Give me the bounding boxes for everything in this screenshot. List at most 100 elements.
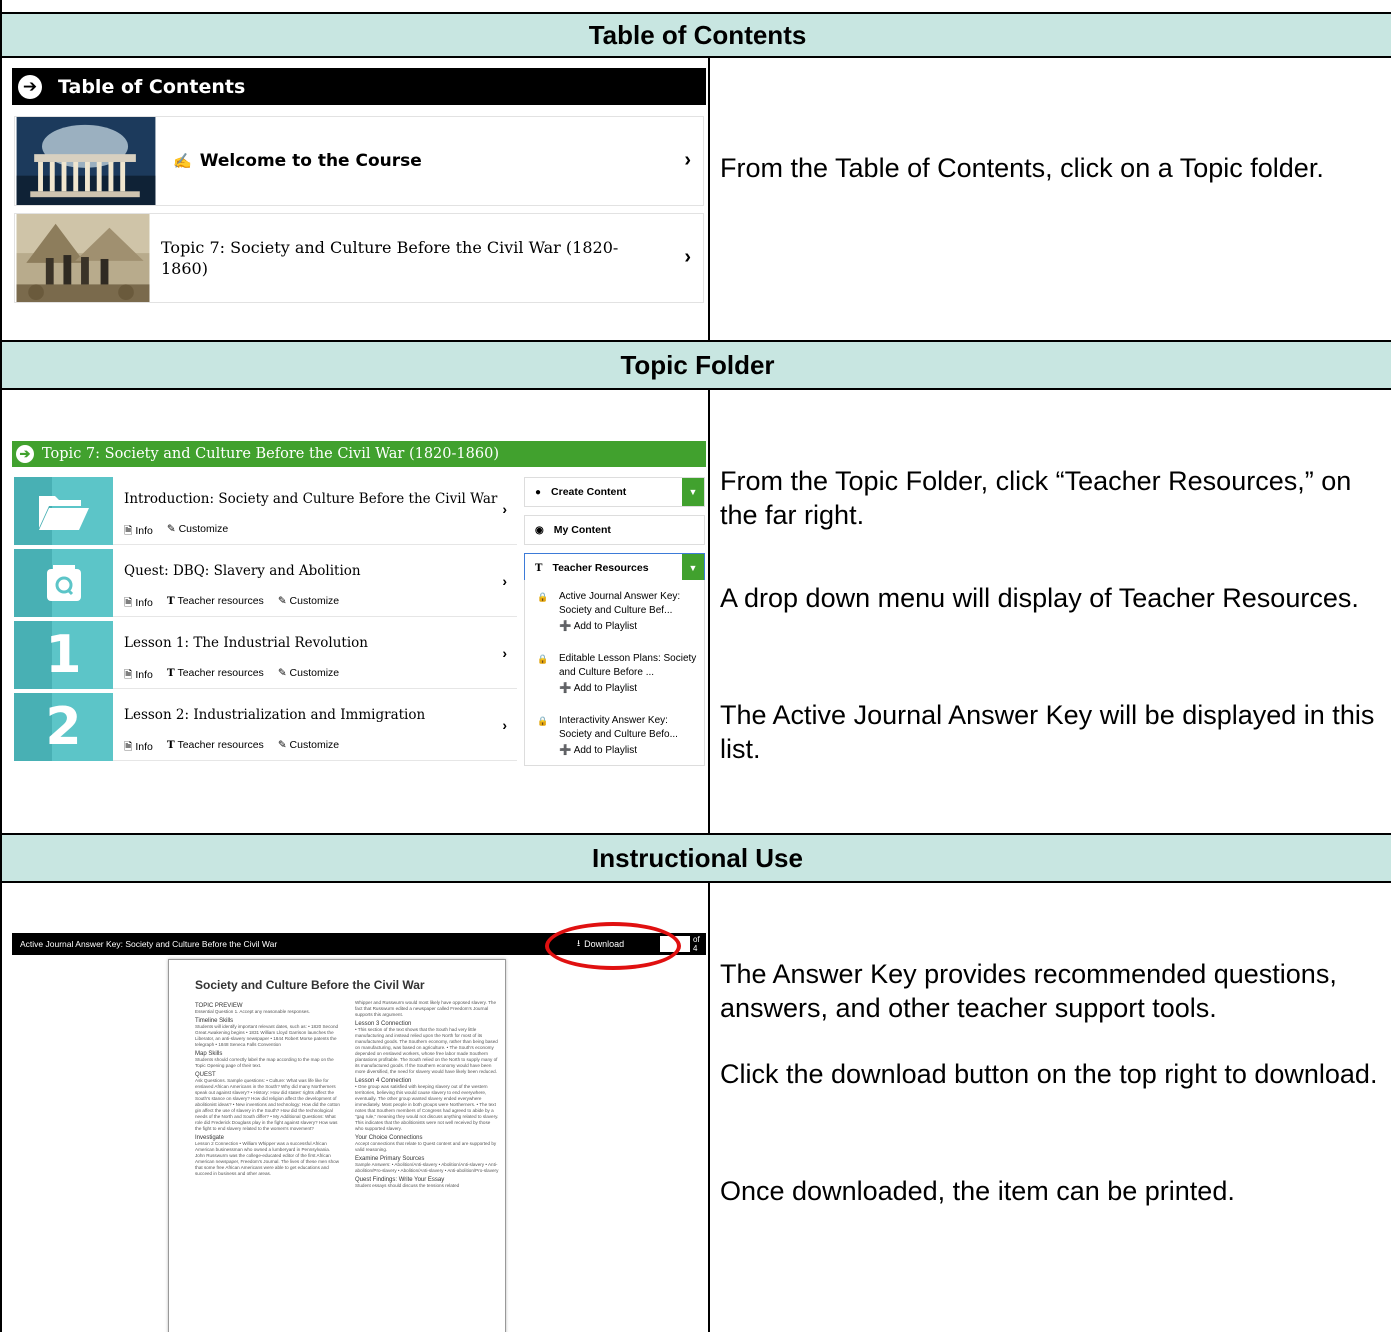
chevron-down-icon[interactable]: ▼	[682, 478, 704, 506]
resource-item[interactable]: 🔒 Interactivity Answer Key: Society and …	[537, 714, 702, 758]
topic-instruction-cell: From the Topic Folder, click “Teacher Re…	[710, 390, 1391, 833]
info-link[interactable]: 🗎 Info	[124, 739, 153, 757]
teacher-resources-link[interactable]: T Teacher resources	[167, 595, 264, 613]
customize-link[interactable]: ✎ Customize	[278, 739, 339, 757]
resource-item[interactable]: 🔒 Editable Lesson Plans: Society and Cul…	[537, 652, 702, 696]
create-content-label: Create Content	[551, 486, 627, 498]
chevron-right-icon: ›	[502, 573, 507, 589]
chevron-down-icon[interactable]: ▼	[682, 554, 704, 582]
instructional-instruction-cell: The Answer Key provides recommended ques…	[710, 883, 1391, 1332]
lock-icon: 🔒	[537, 592, 549, 602]
section-header-toc: Table of Contents	[2, 12, 1391, 58]
lesson-item[interactable]: 1 Lesson 1: The Industrial Revolution 🗎 …	[14, 621, 517, 689]
back-arrow-icon[interactable]: ➔	[16, 445, 34, 463]
lesson-title: Quest: DBQ: Slavery and Abolition	[124, 563, 361, 579]
doc-text: Students should correctly label the map …	[195, 1057, 334, 1068]
resource-item[interactable]: 🔒 Active Journal Answer Key: Society and…	[537, 590, 702, 634]
document-left-column: TOPIC PREVIEW Essential Question 1. Acce…	[195, 1000, 340, 1177]
doc-text: Essential Question 1. Accept any reasona…	[195, 1009, 310, 1014]
resource-title: Editable Lesson Plans: Society and Cultu…	[559, 653, 697, 678]
customize-link[interactable]: ✎ Customize	[278, 595, 339, 613]
doc-text: • One group was satisfied with keeping s…	[355, 1084, 499, 1131]
lock-icon: 🔒	[537, 716, 549, 726]
topic-instruction-text: The Active Journal Answer Key will be di…	[720, 700, 1375, 764]
lesson-title: Lesson 1: The Industrial Revolution	[124, 635, 368, 651]
resource-title: Interactivity Answer Key: Society and Cu…	[559, 715, 678, 740]
pen-icon: ✍	[173, 153, 192, 170]
toc-item-welcome[interactable]: ✍ Welcome to the Course ›	[14, 116, 704, 206]
my-content-button[interactable]: ◉ My Content	[524, 515, 705, 545]
create-content-button[interactable]: ● Create Content ▼	[524, 477, 705, 507]
topic-title-bar: ➔ Topic 7: Society and Culture Before th…	[12, 441, 706, 467]
toc-title-bar: ➔ Table of Contents	[12, 68, 706, 105]
lesson-item[interactable]: Introduction: Society and Culture Before…	[14, 477, 517, 545]
instructional-text: The Answer Key provides recommended ques…	[720, 959, 1337, 1023]
lesson-links: 🗎 Info T Teacher resources ✎ Customize	[124, 667, 339, 685]
topic-bar-title: Topic 7: Society and Culture Before the …	[42, 446, 499, 462]
topic-instruction-text: A drop down menu will display of Teacher…	[720, 583, 1359, 613]
lesson-item[interactable]: 2 Lesson 2: Industrialization and Immigr…	[14, 693, 517, 761]
info-link[interactable]: 🗎 Info	[124, 667, 153, 685]
toc-item-topic7[interactable]: Topic 7: Society and Culture Before the …	[14, 213, 704, 303]
section-header-topic-text: Topic Folder	[620, 349, 775, 380]
doc-text: Sample Answers: • Abolition/Anti-slavery…	[355, 1162, 499, 1173]
lesson-item[interactable]: Quest: DBQ: Slavery and Abolition 🗎 Info…	[14, 549, 517, 617]
my-content-label: My Content	[553, 524, 611, 536]
doc-text: Lesson 2 Connection • William Whipper wa…	[195, 1141, 340, 1176]
lesson-tile	[14, 549, 113, 617]
doc-text: Ask Questions. Sample questions: • Cultu…	[195, 1078, 340, 1131]
lesson-number: 1	[45, 625, 82, 685]
info-link[interactable]: 🗎 Info	[124, 595, 153, 613]
lesson-tile: 2	[14, 693, 113, 761]
chevron-right-icon: ›	[684, 149, 691, 171]
add-to-playlist-button[interactable]: ➕ Add to Playlist	[559, 744, 702, 758]
customize-link[interactable]: ✎ Customize	[167, 523, 228, 541]
document-title: Active Journal Answer Key: Society and C…	[20, 939, 278, 949]
instructional-text: Once downloaded, the item can be printed…	[720, 1176, 1235, 1206]
lesson-links: 🗎 Info T Teacher resources ✎ Customize	[124, 739, 339, 757]
lesson-title: Introduction: Society and Culture Before…	[124, 491, 498, 507]
quest-icon	[46, 565, 81, 601]
section-header-topic: Topic Folder	[2, 340, 1391, 390]
target-icon: ◉	[535, 524, 544, 536]
download-highlight-oval	[545, 922, 681, 970]
teacher-t-icon: T	[535, 562, 543, 574]
info-link[interactable]: 🗎 Info	[124, 523, 153, 541]
doc-text: • This section of the text shows that th…	[355, 1027, 498, 1074]
back-arrow-icon[interactable]: ➔	[18, 74, 42, 99]
document-right-column: Whipper and Russwurm would most likely h…	[355, 1000, 500, 1189]
doc-text: Students will identify important relevan…	[195, 1024, 339, 1047]
resource-title: Active Journal Answer Key: Society and C…	[559, 591, 681, 616]
toc-instruction-text: From the Table of Contents, click on a T…	[720, 153, 1324, 183]
doc-text: Accept connections that relate to Quest …	[355, 1141, 497, 1152]
chevron-right-icon: ›	[684, 246, 691, 268]
teacher-resources-dropdown: 🔒 Active Journal Answer Key: Society and…	[524, 580, 705, 766]
civil-war-camp-thumbnail	[16, 214, 150, 302]
instruction-table: Table of Contents ➔ Table of Contents ✍ …	[0, 0, 1391, 1332]
add-to-playlist-button[interactable]: ➕ Add to Playlist	[559, 682, 702, 696]
section-header-instructional-text: Instructional Use	[592, 842, 803, 873]
add-to-playlist-button[interactable]: ➕ Add to Playlist	[559, 620, 702, 634]
memorial-thumbnail	[16, 117, 156, 205]
page-count: of 4	[693, 935, 700, 953]
chevron-right-icon: ›	[502, 717, 507, 733]
lesson-number: 2	[45, 697, 82, 757]
toc-item-label: Welcome to the Course	[199, 151, 422, 171]
lesson-tile: 1	[14, 621, 113, 689]
lesson-tile	[14, 477, 113, 545]
chevron-right-icon: ›	[502, 501, 507, 517]
lesson-links: 🗎 Info T Teacher resources ✎ Customize	[124, 595, 339, 613]
customize-link[interactable]: ✎ Customize	[278, 667, 339, 685]
lesson-title: Lesson 2: Industrialization and Immigrat…	[124, 707, 426, 723]
instructional-text: Click the download button on the top rig…	[720, 1059, 1378, 1089]
toc-item-label: Topic 7: Society and Culture Before the …	[161, 238, 619, 278]
teacher-resources-button[interactable]: T Teacher Resources ▼	[524, 553, 705, 583]
teacher-resources-link[interactable]: T Teacher resources	[167, 739, 264, 757]
teacher-resources-link[interactable]: T Teacher resources	[167, 667, 264, 685]
section-header-instructional: Instructional Use	[2, 833, 1391, 883]
lock-icon: 🔒	[537, 654, 549, 664]
document-page-preview: Society and Culture Before the Civil War…	[168, 959, 506, 1332]
toc-instruction-cell: From the Table of Contents, click on a T…	[710, 58, 1391, 340]
toc-bar-title: Table of Contents	[58, 75, 246, 98]
chevron-right-icon: ›	[502, 645, 507, 661]
